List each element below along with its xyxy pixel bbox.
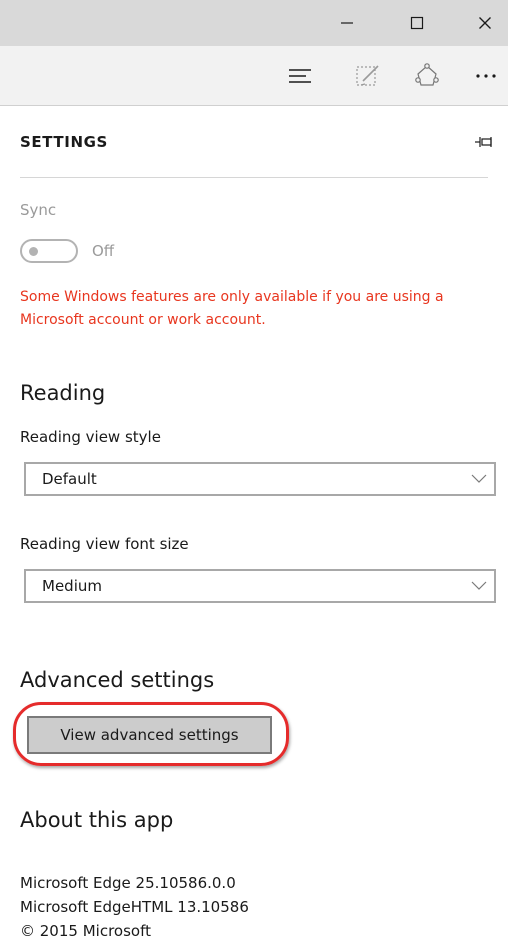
- pin-icon: [475, 137, 492, 147]
- share-icon: [415, 63, 439, 86]
- settings-panel: SETTINGS Sync Off Some Windows features …: [0, 106, 508, 949]
- browser-toolbar: [0, 46, 508, 106]
- chevron-down-icon: [471, 581, 487, 590]
- reading-view-style-value: Default: [42, 470, 97, 488]
- reading-view-style-select[interactable]: Default: [24, 462, 496, 496]
- more-button[interactable]: [464, 56, 508, 96]
- sync-label: Sync: [20, 201, 57, 219]
- about-version-edge: Microsoft Edge 25.10586.0.0: [20, 874, 236, 892]
- reading-heading: Reading: [20, 381, 106, 405]
- view-advanced-settings-button[interactable]: View advanced settings: [27, 716, 272, 754]
- web-note-button[interactable]: [346, 56, 390, 96]
- reading-view-font-size-select[interactable]: Medium: [24, 569, 496, 603]
- toggle-knob: [29, 247, 38, 256]
- sync-toggle[interactable]: [20, 239, 78, 263]
- sync-toggle-state: Off: [92, 242, 115, 260]
- about-copyright: © 2015 Microsoft: [20, 922, 151, 940]
- reading-view-style-label: Reading view style: [20, 428, 161, 446]
- reading-view-font-size-label: Reading view font size: [20, 535, 189, 553]
- maximize-icon: [410, 16, 424, 30]
- minimize-icon: [341, 22, 353, 24]
- chevron-down-icon: [471, 474, 487, 483]
- advanced-settings-heading: Advanced settings: [20, 668, 215, 692]
- sync-warning: Some Windows features are only available…: [20, 289, 444, 328]
- title-bar: [0, 0, 508, 46]
- close-icon: [479, 17, 491, 29]
- about-version-edgehtml: Microsoft EdgeHTML 13.10586: [20, 898, 249, 916]
- panel-title: SETTINGS: [20, 133, 108, 151]
- about-heading: About this app: [20, 808, 174, 832]
- hub-icon: [289, 69, 311, 83]
- pin-button[interactable]: [472, 132, 496, 152]
- web-note-icon: [356, 65, 379, 86]
- hub-button[interactable]: [278, 56, 322, 96]
- share-button[interactable]: [405, 56, 449, 96]
- minimize-button[interactable]: [324, 0, 370, 46]
- reading-view-font-size-value: Medium: [42, 577, 102, 595]
- close-button[interactable]: [462, 0, 508, 46]
- settings-header: SETTINGS: [20, 106, 492, 178]
- maximize-button[interactable]: [394, 0, 440, 46]
- more-icon: [476, 74, 496, 78]
